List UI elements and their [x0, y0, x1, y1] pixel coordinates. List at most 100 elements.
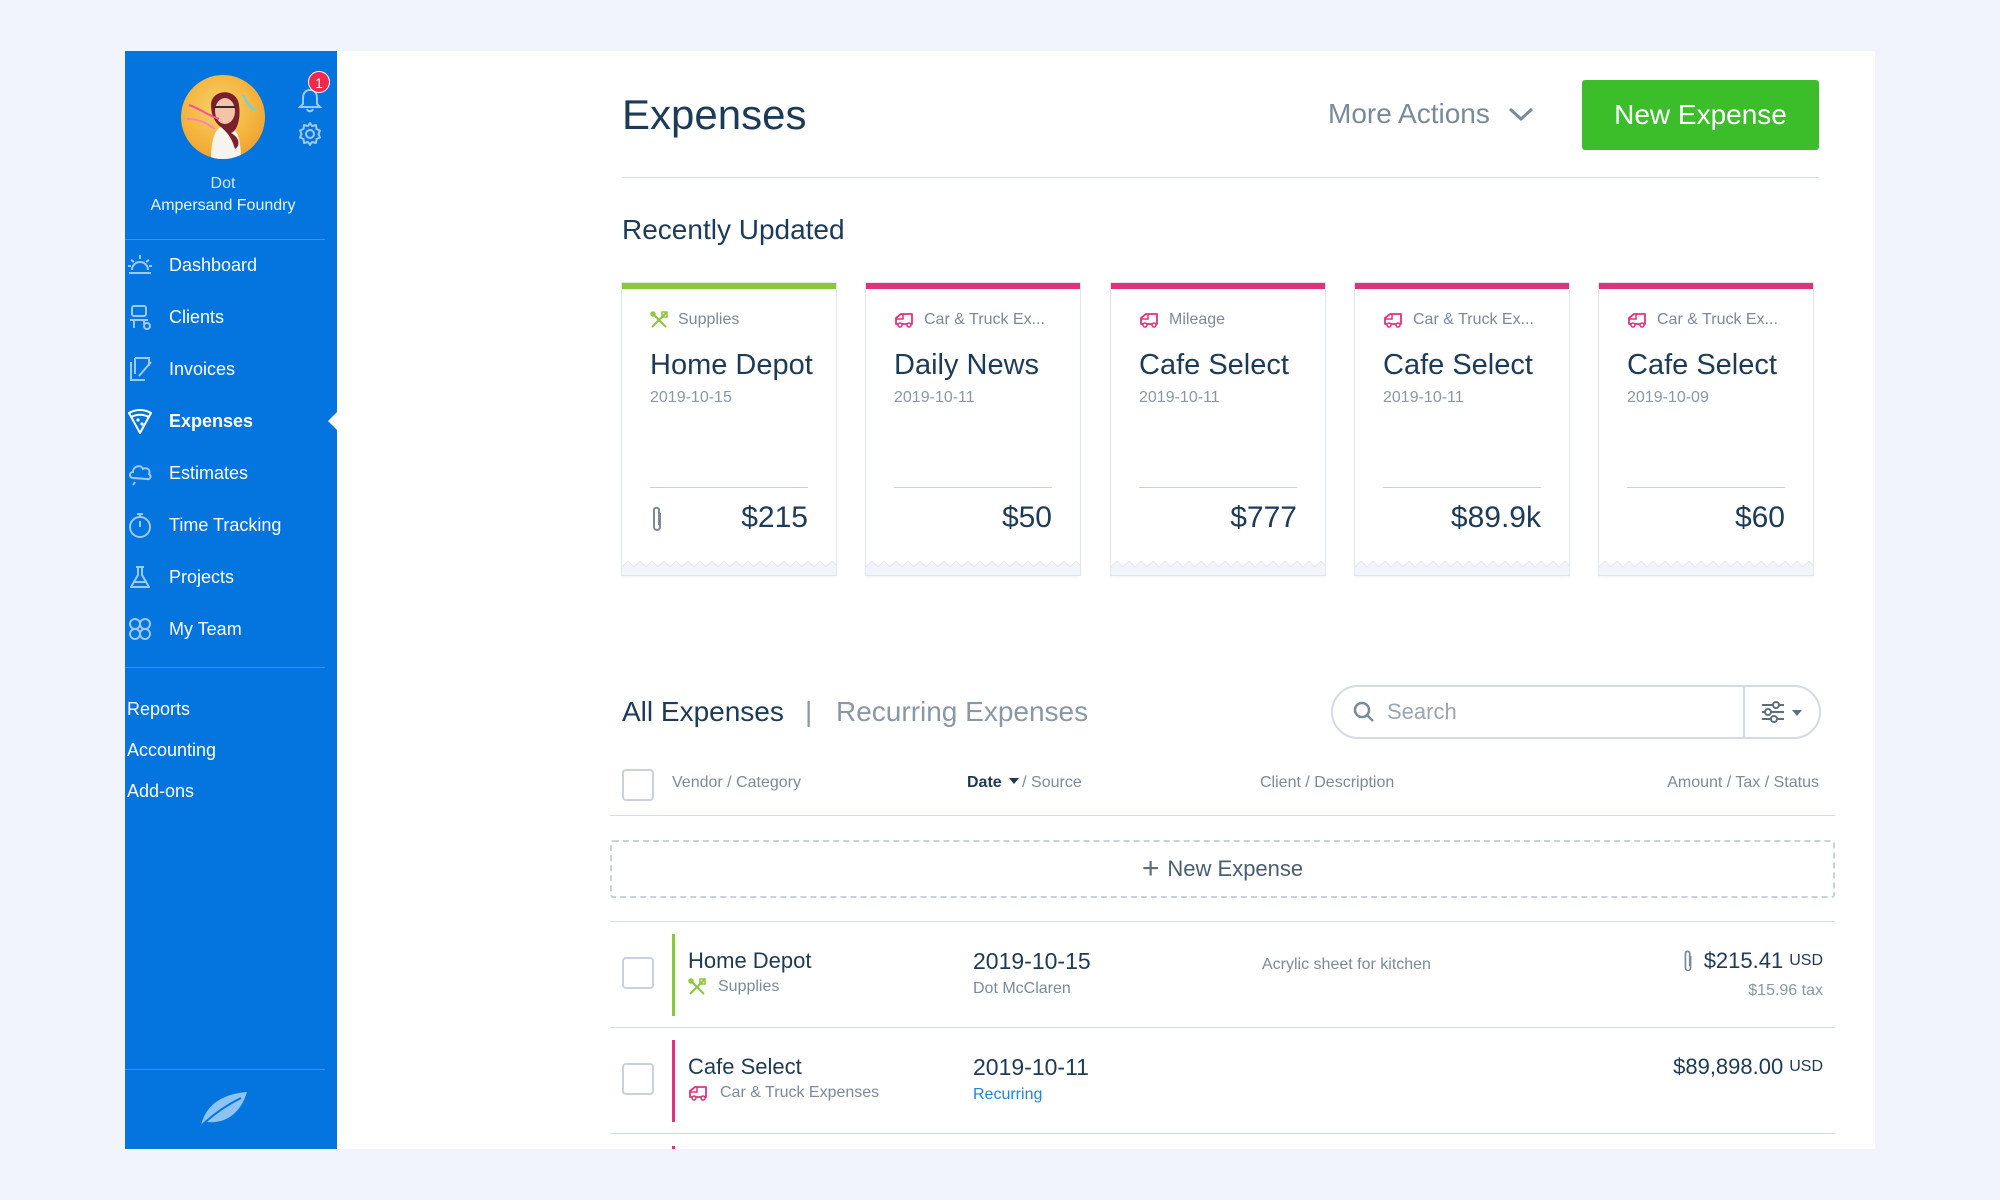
gear-icon[interactable]	[297, 121, 323, 147]
row-amount: $89,898.00 USD	[1673, 1054, 1823, 1080]
sliders-icon	[1762, 701, 1802, 723]
column-vendor-category[interactable]: Vendor / Category	[672, 774, 801, 792]
more-actions-label: More Actions	[1328, 98, 1490, 129]
card-date: 2019-10-11	[1383, 389, 1464, 406]
avatar[interactable]	[181, 75, 265, 159]
sidebar-link-accounting[interactable]: Accounting	[127, 740, 216, 761]
card-divider	[650, 487, 808, 488]
sidebar-link-reports[interactable]: Reports	[127, 699, 190, 720]
sidebar-item-clients[interactable]: Clients	[125, 297, 337, 337]
truck-icon	[895, 313, 913, 328]
sidebar-item-label: Clients	[169, 306, 225, 327]
sidebar-item-my-team[interactable]: My Team	[125, 609, 337, 649]
more-actions-dropdown[interactable]: More Actions	[1328, 98, 1534, 130]
card-torn-edge	[1599, 561, 1813, 575]
row-amount-value: $215.41	[1703, 948, 1784, 973]
row-checkbox[interactable]	[622, 957, 654, 989]
card-date: 2019-10-11	[894, 389, 975, 406]
paperclip-icon	[653, 506, 661, 531]
sidebar: 1 Dot Ampersand Foundry Dashboard Client…	[125, 51, 337, 1149]
row-currency: USD	[1789, 952, 1823, 969]
search-box	[1331, 685, 1821, 739]
sidebar-item-expenses[interactable]: Expenses	[125, 401, 337, 441]
table-header-divider	[610, 815, 1835, 816]
card-divider	[1139, 487, 1297, 488]
card-divider	[1627, 487, 1785, 488]
expense-card[interactable]: Car & Truck Ex... Cafe Select 2019-10-11 $8…	[1355, 283, 1569, 575]
table-row[interactable]: Cafe SelectMileage2019-10-11$777.00USD	[610, 1133, 1835, 1149]
plus-icon: +	[1141, 852, 1160, 885]
active-indicator	[328, 412, 337, 430]
column-source: / Source	[1022, 774, 1082, 791]
flask-icon	[125, 562, 155, 592]
row-date: 2019-10-15	[973, 948, 1091, 974]
card-category: Mileage	[1139, 311, 1225, 329]
expense-card[interactable]: Car & Truck Ex... Daily News 2019-10-11 $50	[866, 283, 1080, 575]
freshbooks-leaf-logo[interactable]	[195, 1086, 251, 1130]
row-checkbox[interactable]	[622, 1063, 654, 1095]
sidebar-item-invoices[interactable]: Invoices	[125, 349, 337, 389]
tab-recurring-expenses[interactable]: Recurring Expenses	[836, 696, 1088, 728]
search-icon	[1353, 701, 1374, 722]
row-category-accent	[672, 1146, 675, 1149]
sun-icon	[125, 250, 155, 280]
row-category-label: Car & Truck Expenses	[720, 1084, 880, 1101]
clients-icon	[125, 302, 155, 332]
row-description: Acrylic sheet for kitchen	[1262, 956, 1431, 973]
sidebar-item-time-tracking[interactable]: Time Tracking	[125, 505, 337, 545]
sidebar-item-projects[interactable]: Projects	[125, 557, 337, 597]
sidebar-item-dashboard[interactable]: Dashboard	[125, 245, 337, 285]
card-category: Car & Truck Ex...	[1627, 311, 1778, 329]
column-client-description[interactable]: Client / Description	[1260, 774, 1394, 792]
card-date: 2019-10-09	[1627, 389, 1709, 406]
row-category-accent	[672, 934, 675, 1016]
new-expense-button[interactable]: New Expense	[1582, 80, 1819, 150]
card-category-label: Mileage	[1169, 311, 1226, 328]
select-all-checkbox[interactable]	[622, 769, 654, 801]
paperclip-icon	[1684, 950, 1692, 972]
row-category: Car & Truck Expenses	[688, 1084, 879, 1102]
card-torn-edge	[866, 561, 1080, 575]
card-vendor: Cafe Select	[1383, 349, 1533, 381]
truck-icon	[1628, 313, 1646, 328]
sidebar-item-label: My Team	[169, 618, 242, 639]
card-vendor: Home Depot	[650, 349, 813, 381]
table-row[interactable]: Cafe Select Car & Truck Expenses 2019-10-1…	[610, 1027, 1835, 1133]
column-date-source[interactable]: Date / Source	[967, 774, 1082, 792]
card-category: Car & Truck Ex...	[1383, 311, 1534, 329]
card-torn-edge	[1355, 561, 1569, 575]
card-amount: $215	[741, 501, 808, 534]
expense-card[interactable]: Mileage Cafe Select 2019-10-11 $777	[1111, 283, 1325, 575]
table-row[interactable]: Home Depot Supplies 2019-10-15 Dot McClaren…	[610, 921, 1835, 1027]
expense-card[interactable]: Supplies Home Depot 2019-10-15 $215	[622, 283, 836, 575]
card-amount: $50	[1001, 501, 1052, 534]
search-input[interactable]	[1387, 699, 1727, 725]
card-category-label: Car & Truck Ex...	[924, 311, 1045, 328]
notification-badge: 1	[308, 71, 330, 93]
stopwatch-icon	[125, 510, 155, 540]
card-category-bar	[1355, 283, 1569, 289]
recently-updated-title: Recently Updated	[622, 214, 845, 245]
expense-card[interactable]: Car & Truck Ex... Cafe Select 2019-10-09 $6…	[1599, 283, 1813, 575]
row-source[interactable]: Recurring	[973, 1086, 1042, 1104]
tab-all-expenses[interactable]: All Expenses	[622, 696, 784, 728]
row-category-label: Supplies	[718, 978, 780, 995]
row-amount: $215.41 USD	[1682, 948, 1823, 974]
card-vendor: Daily News	[894, 349, 1040, 381]
team-icon	[125, 614, 155, 644]
sidebar-divider	[125, 239, 325, 240]
sidebar-link-add-ons[interactable]: Add-ons	[127, 781, 194, 802]
row-date: 2019-10-11	[973, 1054, 1089, 1080]
row-tax: $15.96 tax	[1748, 982, 1823, 999]
sidebar-item-estimates[interactable]: Estimates	[125, 453, 337, 493]
user-name: Dot	[210, 175, 236, 192]
sidebar-divider	[125, 1069, 325, 1070]
column-date: Date	[967, 774, 1002, 791]
new-expense-row[interactable]: + New Expense	[610, 840, 1835, 898]
card-category: Supplies	[650, 311, 739, 329]
column-amount-tax-status[interactable]: Amount / Tax / Status	[1667, 774, 1819, 792]
card-amount: $60	[1734, 501, 1785, 534]
card-attachment	[650, 505, 664, 538]
filter-button[interactable]	[1743, 687, 1819, 737]
row-vendor: Cafe Select	[688, 1054, 802, 1079]
